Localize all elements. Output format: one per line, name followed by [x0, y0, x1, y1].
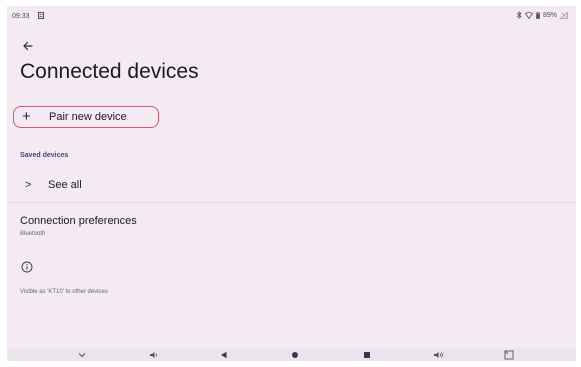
status-icons: 89% [516, 11, 568, 19]
navigation-bar [7, 348, 576, 361]
pair-new-device-button[interactable]: + Pair new device [13, 106, 159, 128]
device-visibility-text: Visible as 'KT10' to other devices [20, 289, 108, 295]
volume-up-icon[interactable] [428, 348, 448, 361]
bluetooth-icon [516, 11, 522, 19]
screenshot-icon[interactable] [499, 348, 519, 361]
back-triangle-icon[interactable] [214, 348, 234, 361]
signal-icon [560, 11, 568, 19]
status-time: 09:33 [12, 13, 30, 20]
battery-icon [536, 11, 540, 19]
see-all-label: See all [48, 179, 82, 191]
status-bar: 09:33 89% [7, 6, 576, 28]
section-divider [7, 202, 576, 203]
plus-icon: + [22, 108, 31, 125]
connection-preferences-item[interactable]: Connection preferences Bluetooth [7, 209, 576, 245]
chevron-down-icon[interactable] [72, 348, 92, 361]
page-title: Connected devices [20, 60, 199, 83]
notification-icon [38, 12, 44, 19]
battery-percent: 89% [542, 11, 557, 19]
back-arrow-icon[interactable] [20, 39, 36, 53]
see-all-item[interactable]: > See all [7, 172, 576, 200]
connection-preferences-subtitle: Bluetooth [20, 231, 46, 237]
pair-new-device-label: Pair new device [49, 111, 127, 123]
info-icon [21, 260, 33, 273]
home-circle-icon[interactable] [285, 348, 305, 361]
volume-down-icon[interactable] [143, 348, 163, 361]
wifi-icon [524, 11, 533, 19]
connection-preferences-title: Connection preferences [20, 215, 137, 227]
settings-screen: 09:33 89% Connected devices + Pair new d [7, 6, 576, 361]
chevron-right-icon: > [25, 179, 32, 191]
saved-devices-header: Saved devices [20, 152, 69, 159]
recents-square-icon[interactable] [357, 348, 377, 361]
